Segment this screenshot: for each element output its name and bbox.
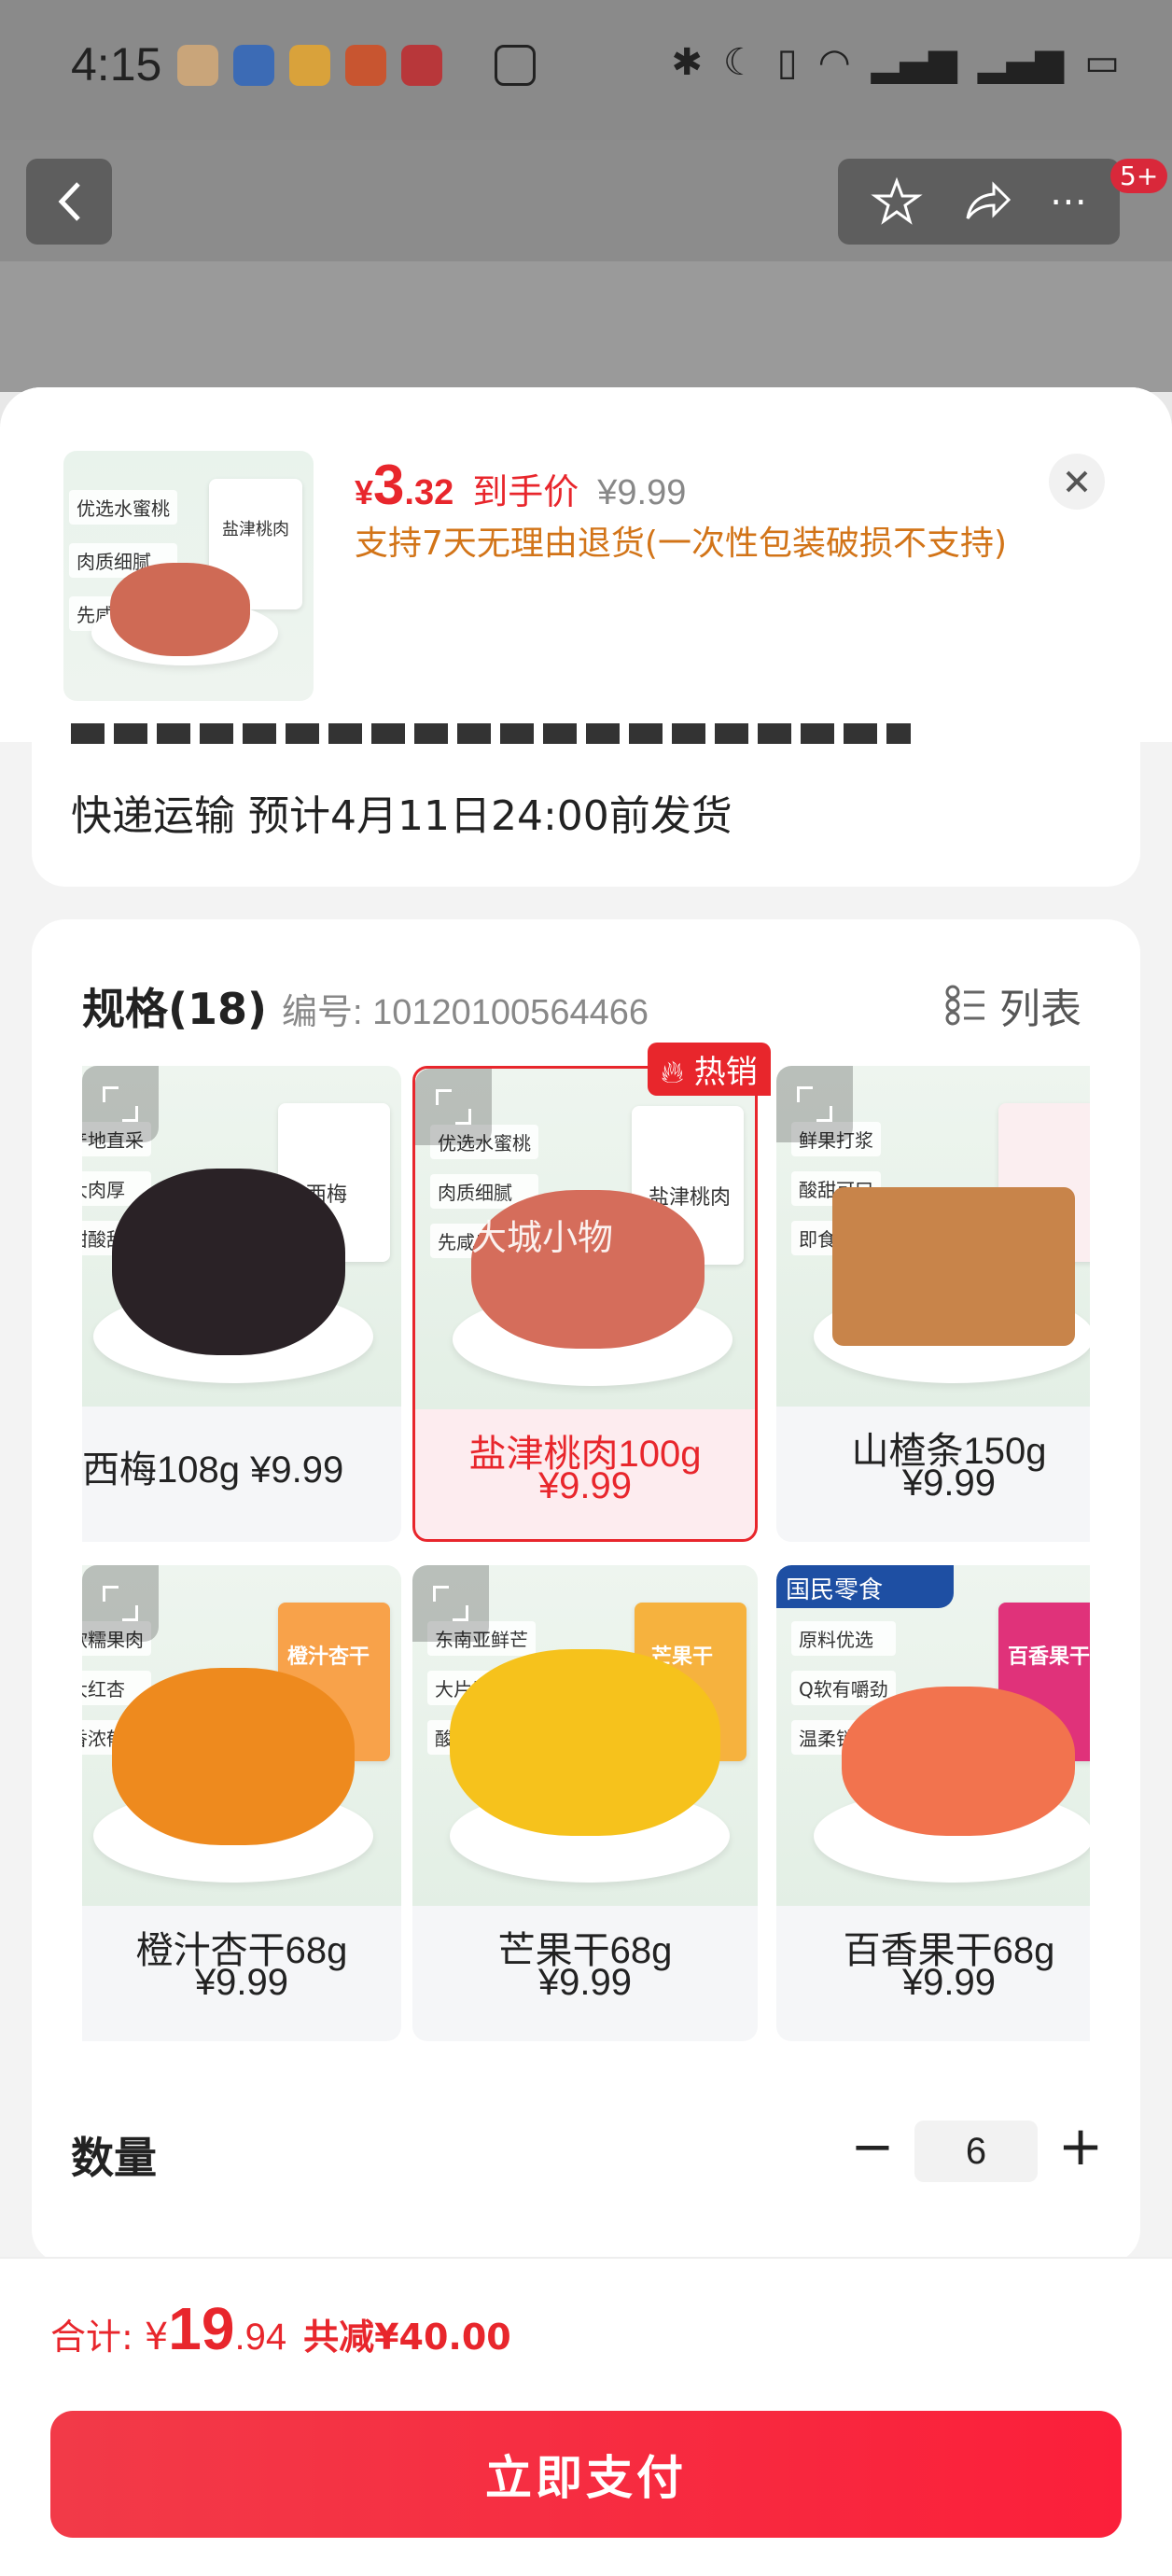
signal-icon: ▂▄▆ [871, 41, 957, 84]
wifi-icon: ◠ [817, 41, 851, 84]
expand-icon[interactable] [415, 1069, 492, 1145]
background-top-bar: ⋯ [0, 140, 1172, 261]
spec-option-passionfruit[interactable]: 原料优选 Q软有嚼劲 温柔锁鲜 百香果干 国民零食 百香果干68g ¥9.99 [776, 1565, 1090, 2041]
signal-icon: ▂▄▆ [977, 41, 1065, 84]
total-row: 合计: ¥ 19 .94 共减¥40.00 [50, 2294, 511, 2363]
list-icon [945, 985, 984, 1026]
star-icon[interactable] [871, 175, 923, 228]
original-price: ¥9.99 [597, 473, 687, 512]
app-notification-icon [177, 45, 218, 86]
expand-icon[interactable] [776, 1066, 853, 1142]
spec-option-image: 原料优选 Q软有嚼劲 温柔锁鲜 百香果干 [776, 1565, 1090, 1906]
mail-notification-icon [289, 45, 330, 86]
quantity-label: 数量 [71, 2133, 157, 2183]
prunes [112, 1169, 345, 1355]
quantity-increase-button[interactable]: + [1054, 2114, 1107, 2177]
spec-option-mango[interactable]: 东南亚鲜芒 大片厚切 酸甜软糯 芒果干 芒果干68g ¥9.99 [412, 1565, 758, 2041]
spec-option-prune[interactable]: 产地直采 大肉厚 甜酸甜 西梅 西梅108g ¥9.99 [82, 1066, 401, 1542]
dried-apricots [112, 1668, 355, 1845]
shipping-info: 快递运输 预计4月11日24:00前发货 [71, 792, 732, 840]
spec-option-price: ¥9.99 [901, 1463, 997, 1504]
background-image-strip [0, 261, 1172, 392]
vibrate-icon: ▯ [776, 41, 798, 84]
share-icon[interactable] [960, 175, 1012, 228]
pay-now-button[interactable]: 立即支付 [50, 2411, 1122, 2538]
battery-icon: ▭ [1084, 41, 1120, 84]
spec-code: 编号: 10120100564466 [282, 993, 649, 1032]
pack-label: 百香果干 [1008, 1645, 1090, 1669]
list-view-label: 列表 [999, 986, 1081, 1033]
spec-option-peach[interactable]: 优选水蜜桃 肉质细腻 先咸后甜 盐津桃肉 大城小物 盐津桃肉100g ¥9.99 [412, 1066, 758, 1542]
brand-badge: 国民零食 [776, 1565, 954, 1608]
spec-option-price: ¥9.99 [901, 1962, 997, 2003]
total-amount-integer: 19 [168, 2295, 235, 2362]
fire-icon: 🔥︎ [661, 1054, 684, 1091]
hot-sale-label: 热销 [693, 1054, 758, 1091]
bluetooth-icon: ✱ [671, 41, 703, 84]
back-button[interactable] [26, 159, 112, 245]
more-icon[interactable]: ⋯ [1050, 180, 1087, 223]
spec-tag: Q软有嚼劲 [791, 1671, 896, 1705]
quantity-decrease-button[interactable]: − [849, 2117, 896, 2177]
pack-label: 橙汁杏干 [287, 1645, 370, 1669]
peach-slices [110, 563, 250, 656]
notification-badge: 5+ [1110, 159, 1168, 193]
spec-option-apricot[interactable]: 软糯果肉 大红杏 香浓郁 橙汁杏干 橙汁杏干68g ¥9.99 [82, 1565, 401, 2041]
background-actions: ⋯ [838, 159, 1120, 245]
thumb-pack-label: 盐津桃肉 [222, 520, 289, 539]
discount-amount: 共减¥40.00 [303, 2317, 511, 2358]
spec-tag: 原料优选 [791, 1621, 896, 1656]
return-policy: 支持7天无理由退货(一次性包装破损不支持) [355, 525, 1007, 563]
spec-title: 规格(18) [82, 984, 268, 1034]
total-currency: ¥ [144, 2316, 169, 2359]
status-time: 4:15 [71, 38, 162, 91]
expand-icon[interactable] [412, 1565, 489, 1642]
status-bar: 4:15 ✱ ☾ ▯ ◠ ▂▄▆ ▂▄▆ ▭ [0, 0, 1172, 140]
expand-icon[interactable] [82, 1565, 159, 1642]
hawthorn-strips [832, 1187, 1075, 1346]
product-thumbnail[interactable]: 优选水蜜桃 肉质细腻 先咸后甜 盐津桃肉 [63, 451, 314, 701]
final-price-label: 到手价 [472, 471, 579, 512]
chevron-left-icon [58, 182, 80, 221]
price-row: ¥3.32 到手价 ¥9.99 [355, 453, 686, 517]
list-view-toggle[interactable]: 列表 [945, 975, 1081, 1035]
watermark: 大城小物 [471, 1217, 614, 1258]
app-notification-icon [345, 45, 386, 86]
thumb-tag: 优选水蜜桃 [69, 490, 177, 525]
total-amount-decimal: .94 [234, 2317, 287, 2358]
spec-option-hawthorn[interactable]: 鲜果打浆 酸甜可口 即食开味 山楂条150g ¥9.99 [776, 1066, 1090, 1542]
sheet-header: 优选水蜜桃 肉质细腻 先咸后甜 盐津桃肉 ¥3.32 到手价 ¥9.99 支持7… [0, 387, 1172, 742]
final-price: ¥3.32 [355, 454, 454, 516]
close-button[interactable] [1049, 454, 1105, 510]
spec-option-price: ¥9.99 [537, 1962, 633, 2003]
total-label: 合计: [50, 2317, 133, 2358]
clipped-text-line [71, 723, 939, 744]
nfc-icon [495, 45, 536, 86]
moon-icon: ☾ [722, 41, 757, 84]
dried-mango [450, 1649, 720, 1836]
quantity-input[interactable]: 6 [914, 2121, 1038, 2182]
spec-option-price: ¥9.99 [537, 1465, 633, 1506]
close-icon [1066, 470, 1088, 493]
spec-option-price: ¥9.99 [194, 1962, 289, 2003]
spec-option-name: 西梅108g ¥9.99 [82, 1449, 344, 1491]
app-notification-icon [401, 45, 442, 86]
dried-passionfruit [842, 1687, 1075, 1836]
expand-icon[interactable] [82, 1066, 159, 1142]
status-right-icons: ✱ ☾ ▯ ◠ ▂▄▆ ▂▄▆ ▭ [671, 41, 1120, 84]
app-notification-icon [233, 45, 274, 86]
spec-grid: 产地直采 大肉厚 甜酸甜 西梅 西梅108g ¥9.99 优选水蜜桃 肉质细腻 … [82, 1066, 1090, 2046]
hot-sale-badge: 🔥︎ 热销 [648, 1043, 771, 1096]
